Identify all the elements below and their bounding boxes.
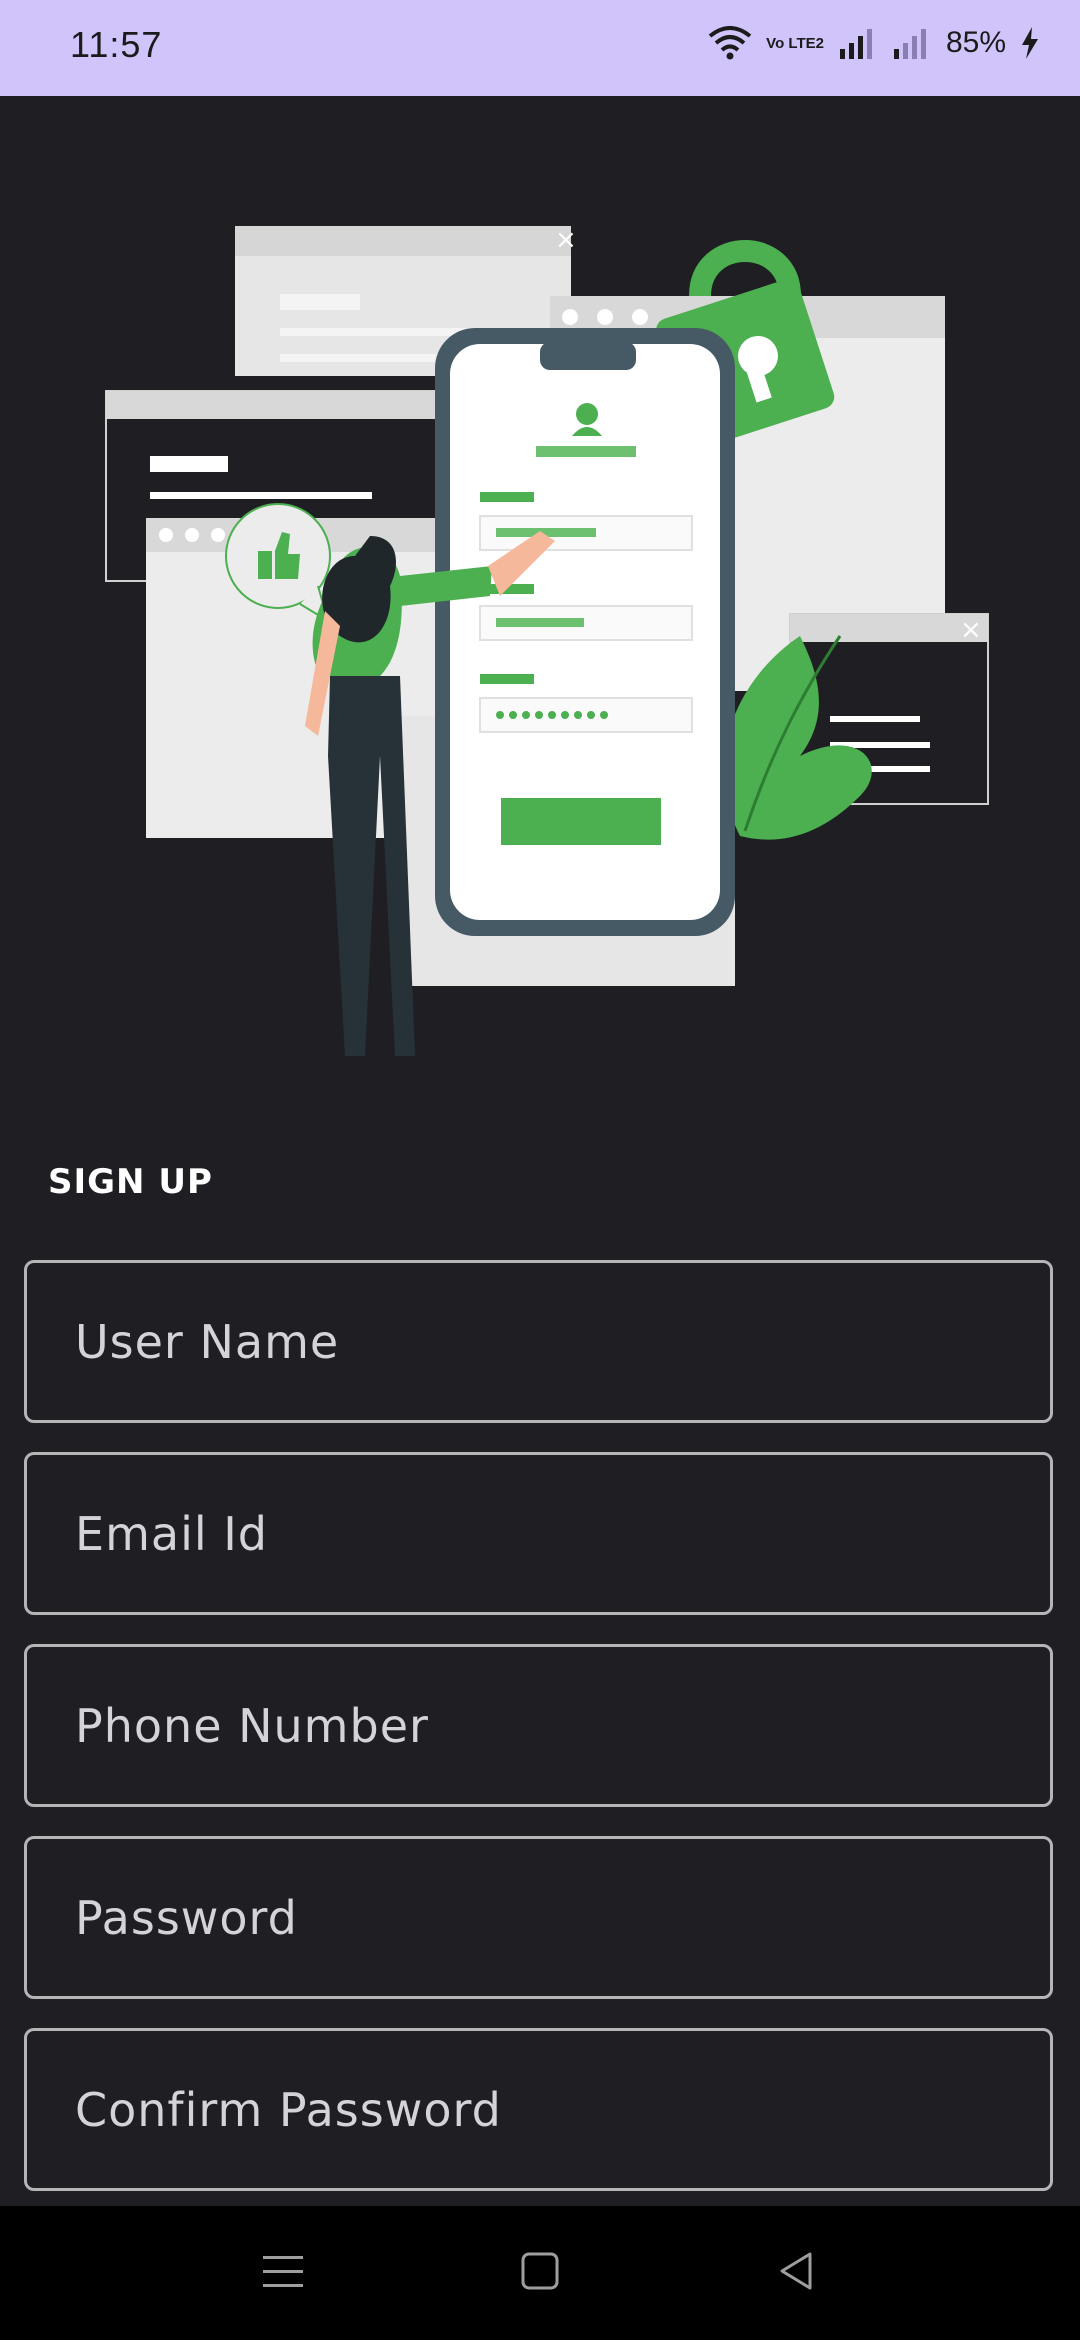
status-icons: Vo LTE2 85% [708,26,1040,60]
status-time: 11:57 [70,24,163,65]
confirm-password-field[interactable] [24,2028,1053,2191]
wifi-icon [708,26,752,60]
username-field[interactable] [24,1260,1053,1423]
home-icon[interactable] [515,2246,565,2301]
status-bar: 11:57 Vo LTE2 85% [0,0,1080,96]
signup-heading: SIGN UP [48,1162,213,1202]
email-field[interactable] [24,1452,1053,1615]
signup-screen: × × SIGN UP User Name Email Id Phone Num… [0,96,1080,2206]
battery-charging-icon [1020,27,1040,59]
menu-icon[interactable] [258,2246,308,2301]
back-icon[interactable] [772,2246,822,2301]
phone-field[interactable] [24,1644,1053,1807]
battery-level: 85% [945,26,1006,59]
signal-icon [892,27,932,59]
password-field[interactable] [24,1836,1053,1999]
svg-text:×: × [555,225,577,255]
system-nav-bar [0,2206,1080,2340]
signup-illustration: × × [105,225,989,1056]
volte-icon: Vo LTE2 [766,34,824,52]
svg-text:×: × [960,615,982,645]
signal-icon [838,27,878,59]
